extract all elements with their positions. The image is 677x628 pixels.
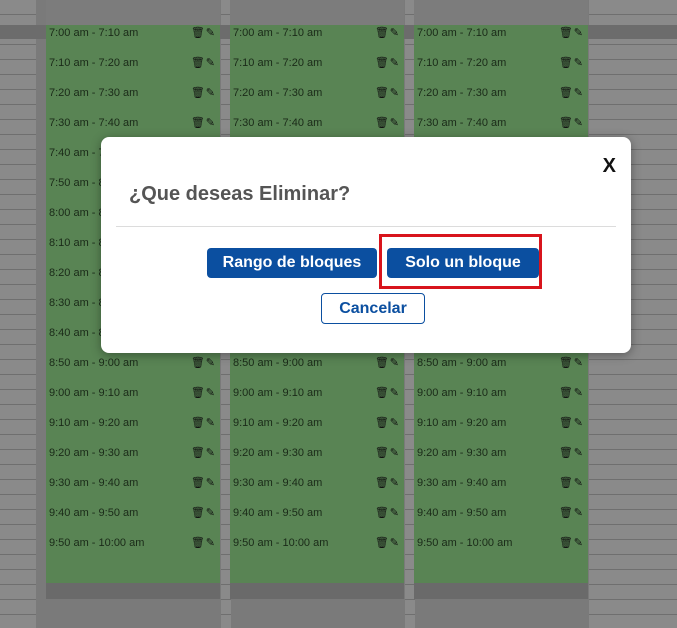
range-of-blocks-button[interactable]: Rango de bloques — [207, 248, 377, 278]
close-button[interactable]: X — [603, 155, 616, 178]
single-block-button[interactable]: Solo un bloque — [387, 248, 539, 278]
delete-dialog: X ¿Que deseas Eliminar? Rango de bloques… — [101, 137, 631, 353]
dialog-divider — [116, 226, 616, 227]
dialog-title: ¿Que deseas Eliminar? — [129, 183, 351, 205]
cancel-button[interactable]: Cancelar — [321, 293, 425, 324]
